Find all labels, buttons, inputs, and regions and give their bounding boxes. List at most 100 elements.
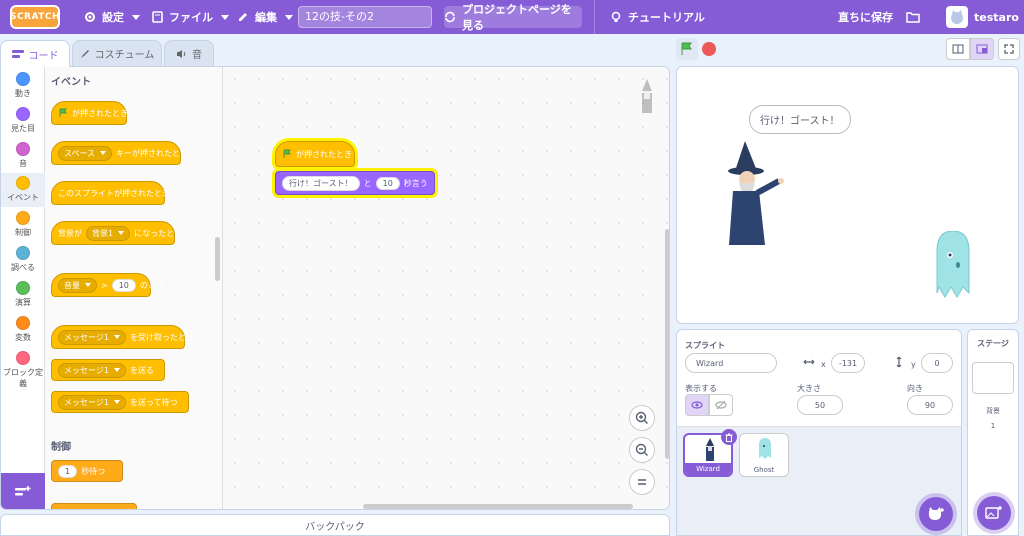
greater-than-label: > <box>101 280 108 290</box>
chevron-down-icon <box>132 14 140 20</box>
file-icon <box>152 11 163 23</box>
account-menu[interactable]: testaro <box>946 0 1024 34</box>
project-title-input[interactable]: 12の技-その2 <box>298 6 432 28</box>
block-label: このスプライトが押されたとき <box>58 188 170 198</box>
block-broadcast[interactable]: メッセージ1 を送る <box>51 359 165 381</box>
palette-scrollbar[interactable] <box>215 237 220 281</box>
category-events[interactable]: イベント <box>1 173 45 207</box>
script-workspace[interactable]: が押されたとき 行け！ゴースト！ と 10 秒言う <box>223 67 669 509</box>
show-visible-button[interactable] <box>685 394 709 416</box>
chevron-down-icon <box>221 14 229 20</box>
small-stage-button[interactable] <box>946 38 970 60</box>
category-label: 動き <box>15 89 31 98</box>
show-hidden-button[interactable] <box>709 394 733 416</box>
category-dot <box>16 351 30 365</box>
tab-code[interactable]: コード <box>0 40 70 67</box>
size-label: 大きさ <box>797 384 821 393</box>
my-stuff-button[interactable] <box>906 0 920 34</box>
backdrop-dropdown[interactable]: 背景1 <box>86 225 131 241</box>
category-looks[interactable]: 見た目 <box>1 104 45 138</box>
block-broadcast-and-wait[interactable]: メッセージ1 を送って待つ <box>51 391 189 413</box>
block-repeat-partial[interactable] <box>51 503 137 509</box>
category-my-blocks[interactable]: ブロック定義 <box>1 348 45 392</box>
sprite-thumb-wizard[interactable]: Wizard <box>683 429 737 477</box>
size-input[interactable]: 50 <box>797 395 843 415</box>
category-menu: 動き 見た目 音 イベント 制御 調べる 演算 変数 ブロック定義 <box>1 67 45 509</box>
scratch-logo[interactable]: SCRATCH <box>10 5 60 29</box>
category-control[interactable]: 制御 <box>1 208 45 242</box>
fullscreen-button[interactable] <box>998 38 1020 60</box>
stage-thumbnail[interactable] <box>972 362 1014 394</box>
trash-icon <box>725 433 733 442</box>
dropdown-value: メッセージ1 <box>64 397 109 407</box>
dropdown-value: スペース <box>64 148 96 158</box>
key-dropdown[interactable]: スペース <box>58 145 113 161</box>
sprite-thumb-ghost[interactable]: Ghost <box>739 433 789 477</box>
settings-menu[interactable]: 設定 <box>84 0 140 34</box>
workspace-scrollbar-vertical[interactable] <box>665 229 669 459</box>
script-when-flag-clicked[interactable]: が押されたとき <box>275 141 355 167</box>
save-now-button[interactable]: 直ちに保存 <box>838 0 893 34</box>
add-sprite-button[interactable] <box>919 497 953 531</box>
see-project-page-button[interactable]: プロジェクトページを見る <box>444 3 582 32</box>
tab-costumes-label: コスチューム <box>94 50 155 61</box>
direction-input[interactable]: 90 <box>907 395 953 415</box>
stage-target-panel[interactable]: ステージ 背景 1 <box>967 329 1019 536</box>
workspace-scrollbar-horizontal[interactable] <box>363 504 633 509</box>
message-dropdown[interactable]: メッセージ1 <box>58 362 126 378</box>
wizard-sprite[interactable] <box>723 141 785 251</box>
category-dot <box>16 176 30 190</box>
cat-plus-icon <box>927 506 945 522</box>
ghost-sprite[interactable] <box>933 230 973 305</box>
message-dropdown[interactable]: メッセージ1 <box>58 394 126 410</box>
horizontal-arrows-icon <box>803 358 815 366</box>
say-secs-input[interactable]: 10 <box>375 176 400 190</box>
block-when-i-receive[interactable]: メッセージ1 を受け取ったとき <box>51 325 194 349</box>
stage-canvas[interactable]: 行け！ゴースト！ <box>676 66 1019 324</box>
category-operators[interactable]: 演算 <box>1 278 45 312</box>
tutorials-menu[interactable]: チュートリアル <box>610 0 705 34</box>
x-position-input[interactable]: -131 <box>831 353 865 373</box>
sprite-name-input[interactable]: Wizard <box>685 353 777 373</box>
edit-menu[interactable]: 編集 <box>237 0 293 34</box>
message-dropdown[interactable]: メッセージ1 <box>58 329 126 345</box>
block-when-sprite-clicked[interactable]: このスプライトが押されたとき <box>51 181 170 205</box>
backpack-panel[interactable]: バックパック <box>0 514 670 536</box>
category-motion[interactable]: 動き <box>1 69 45 103</box>
delete-sprite-button[interactable] <box>721 429 737 445</box>
category-sensing[interactable]: 調べる <box>1 243 45 277</box>
zoom-in-button[interactable] <box>629 405 655 431</box>
large-stage-button[interactable] <box>970 38 994 60</box>
loudness-value-input[interactable]: 10 <box>111 278 136 292</box>
zoom-out-button[interactable] <box>629 437 655 463</box>
wait-value-input[interactable]: 1 <box>58 464 78 478</box>
stop-button[interactable] <box>702 42 716 56</box>
add-backdrop-button[interactable] <box>977 496 1011 530</box>
script-say-for-secs[interactable]: 行け！ゴースト！ と 10 秒言う <box>275 171 435 195</box>
show-label: 表示する <box>685 384 717 393</box>
loudness-dropdown[interactable]: 音量 <box>58 277 97 293</box>
block-when-backdrop-switches[interactable]: 背景が 背景1 になったとき <box>51 221 182 245</box>
block-label: が押されたとき <box>296 149 352 159</box>
category-label: 変数 <box>15 333 31 342</box>
category-variables[interactable]: 変数 <box>1 313 45 347</box>
block-when-key-pressed[interactable]: スペース キーが押されたとき <box>51 141 188 165</box>
block-label: を受け取ったとき <box>129 332 194 342</box>
zoom-reset-button[interactable] <box>629 469 655 495</box>
tab-costumes[interactable]: コスチューム <box>72 40 162 66</box>
block-when-loudness-greater[interactable]: 音量 > 10 のとき <box>51 273 164 297</box>
tab-sounds[interactable]: 音 <box>164 40 214 66</box>
add-extension-button[interactable] <box>1 473 45 509</box>
zoom-in-icon <box>635 411 649 425</box>
file-menu[interactable]: ファイル <box>152 0 229 34</box>
say-text-input[interactable]: 行け！ゴースト！ <box>282 175 360 191</box>
eye-icon <box>691 401 703 409</box>
backdrops-count: 1 <box>990 422 996 430</box>
backpack-label: バックパック <box>305 521 365 533</box>
green-flag-button[interactable] <box>676 38 698 60</box>
category-sound[interactable]: 音 <box>1 139 45 173</box>
block-when-flag-clicked[interactable]: が押されたとき <box>51 101 128 125</box>
block-wait-seconds[interactable]: 1 秒待つ <box>51 460 123 482</box>
y-position-input[interactable]: 0 <box>921 353 953 373</box>
green-flag-icon <box>680 42 694 56</box>
